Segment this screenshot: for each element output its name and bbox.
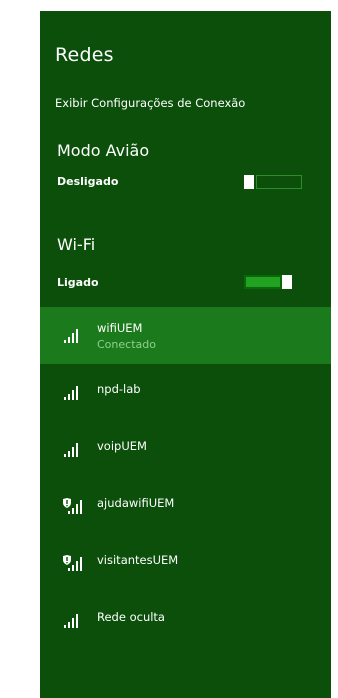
wifi-toggle[interactable]: [244, 275, 302, 289]
wifi-signal-icon: [64, 329, 78, 343]
view-connection-settings-link[interactable]: Exibir Configurações de Conexão: [55, 96, 245, 110]
network-item-wifiuem[interactable]: wifiUEM Conectado: [40, 307, 331, 364]
network-name: voipUEM: [97, 439, 147, 453]
networks-panel: Redes Exibir Configurações de Conexão Mo…: [40, 11, 331, 698]
network-name: ajudawifiUEM: [97, 496, 175, 510]
wifi-signal-icon: [64, 443, 78, 457]
network-item-voipuem[interactable]: voipUEM: [40, 421, 331, 478]
airplane-mode-state: Desligado: [57, 175, 119, 188]
wifi-signal-shield-icon: [63, 498, 82, 514]
toggle-knob: [282, 275, 292, 289]
network-name: visitantesUEM: [97, 553, 179, 567]
panel-title: Redes: [55, 44, 114, 66]
network-name: wifiUEM: [97, 321, 143, 335]
network-item-ajudawifiuem[interactable]: ajudawifiUEM: [40, 478, 331, 535]
wifi-heading: Wi-Fi: [57, 235, 96, 254]
network-item-hidden-network[interactable]: Rede oculta: [40, 592, 331, 649]
network-list: wifiUEM Conectado npd-lab voipUEM ajudaw…: [40, 307, 331, 649]
wifi-signal-shield-icon: [63, 555, 82, 571]
toggle-track: [256, 175, 302, 189]
airplane-mode-toggle[interactable]: [244, 175, 302, 189]
network-item-visitantesuem[interactable]: visitantesUEM: [40, 535, 331, 592]
network-item-npd-lab[interactable]: npd-lab: [40, 364, 331, 421]
toggle-track: [244, 275, 282, 289]
airplane-mode-heading: Modo Avião: [57, 141, 150, 160]
wifi-signal-icon: [64, 386, 78, 400]
toggle-knob: [244, 175, 254, 189]
network-status: Conectado: [97, 338, 156, 351]
wifi-signal-icon: [64, 614, 78, 628]
network-name: npd-lab: [97, 382, 141, 396]
network-name: Rede oculta: [97, 610, 165, 624]
wifi-state: Ligado: [57, 276, 99, 289]
